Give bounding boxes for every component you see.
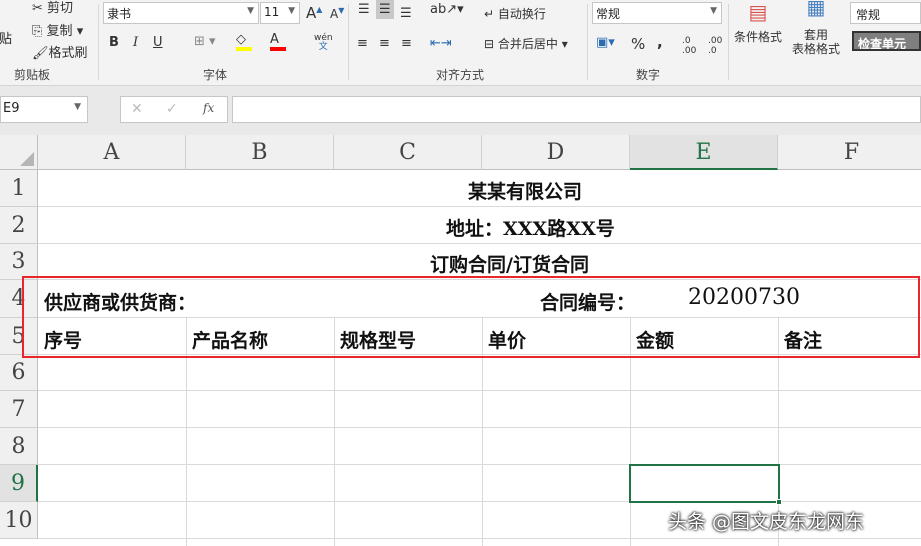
font-name-combo[interactable]: 隶书 ▼	[103, 2, 259, 24]
chevron-down-icon: ▼	[247, 6, 254, 16]
chevron-down-icon: ▼	[710, 6, 717, 16]
format-painter-button[interactable]: 🖌格式刷	[32, 42, 88, 61]
wrap-text-label: 自动换行	[497, 7, 546, 21]
cancel-icon[interactable]: ✕	[131, 101, 143, 117]
cell-subtitle[interactable]: 订购合同/订货合同	[430, 250, 589, 277]
column-header-e[interactable]: E	[630, 135, 778, 170]
font-color-icon: A	[270, 32, 279, 47]
cell-address[interactable]: 地址：XXX路XX号	[446, 214, 615, 241]
row-header-7[interactable]: 7	[0, 391, 38, 428]
column-header-a[interactable]: A	[38, 135, 186, 170]
conditional-format-button[interactable]: ▤ 条件格式	[733, 0, 783, 45]
shrink-font-button[interactable]: A▼	[330, 6, 344, 21]
number-format-value: 常规	[596, 7, 621, 21]
selected-cell-e9[interactable]	[629, 464, 782, 505]
font-size-value: 11	[264, 5, 280, 19]
fill-bucket-icon: ◇	[236, 32, 246, 47]
bold-button[interactable]: B	[109, 35, 119, 50]
row-header-1[interactable]: 1	[0, 170, 38, 207]
cut-button[interactable]: ✂ 剪切	[32, 0, 73, 16]
conditional-format-label: 条件格式	[733, 30, 782, 44]
align-center-button[interactable]: ≡	[379, 36, 390, 51]
row-header-6[interactable]: 6	[0, 355, 38, 391]
insert-function-button[interactable]: fx	[203, 101, 214, 115]
merge-label: 合并后居中	[497, 37, 558, 51]
merge-center-button[interactable]: ⊟ 合并后居中 ▾	[484, 35, 568, 52]
indent-button[interactable]: ⇤⇥	[430, 36, 452, 51]
column-header-f[interactable]: F	[778, 135, 921, 170]
italic-button[interactable]: I	[133, 35, 138, 50]
cell-title[interactable]: 某某有限公司	[468, 177, 582, 204]
align-top-button[interactable]: ☰	[358, 2, 370, 17]
wrap-text-button[interactable]: ↵ 自动换行	[484, 5, 546, 22]
worksheet-grid: A B C D E F 1 2 3 4 5 6 7 8 9 10 某某有限公司 …	[0, 135, 921, 546]
column-header-b[interactable]: B	[186, 135, 334, 170]
fill-color-button[interactable]: ◇	[236, 32, 252, 51]
align-right-button[interactable]: ≡	[401, 36, 412, 51]
font-group-label: 字体	[203, 68, 228, 82]
grow-font-button[interactable]: A▲	[306, 4, 322, 22]
name-box-value: E9	[3, 101, 20, 116]
border-button[interactable]: ⊞ ▾	[194, 34, 216, 49]
row-header-2[interactable]: 2	[0, 207, 38, 244]
highlight-box	[22, 276, 920, 358]
align-left-button[interactable]: ≡	[357, 36, 368, 51]
alignment-group-label: 对齐方式	[436, 68, 485, 82]
row-header-3[interactable]: 3	[0, 244, 38, 280]
style-normal[interactable]: 常规	[850, 2, 921, 24]
style-check-cell[interactable]: 检查单元	[852, 31, 921, 51]
enter-icon[interactable]: ✓	[166, 101, 178, 117]
format-painter-label: 格式刷	[48, 46, 88, 61]
number-group-label: 数字	[636, 68, 661, 82]
paste-button[interactable]: 粘贴	[0, 28, 12, 47]
row-header-10[interactable]: 10	[0, 502, 38, 539]
copy-label: 复制	[46, 24, 73, 39]
column-header-c[interactable]: C	[334, 135, 482, 170]
table-format-button[interactable]: ▦ 套用 表格格式	[786, 0, 846, 56]
phonetic-button[interactable]: wén 文	[314, 34, 333, 52]
underline-button[interactable]: U	[153, 35, 163, 50]
column-header-d[interactable]: D	[482, 135, 630, 170]
comma-button[interactable]: ,	[657, 33, 663, 51]
clipboard-group-label: 剪贴板	[14, 68, 51, 82]
row-header-9[interactable]: 9	[0, 465, 38, 502]
font-name-value: 隶书	[107, 7, 132, 21]
decrease-decimal-button[interactable]: .00.0	[708, 36, 722, 56]
formula-buttons: ✕ ✓ fx	[120, 96, 228, 123]
font-size-combo[interactable]: 11 ▼	[260, 2, 300, 24]
currency-button[interactable]: ▣▾	[596, 35, 615, 50]
conditional-format-icon: ▤	[748, 0, 768, 24]
font-color-button[interactable]: A	[270, 32, 286, 51]
ribbon: 粘贴 ✂ 剪切 ⎘ 复制 ▾ 🖌格式刷 剪贴板 隶书▼ 11▼ A▲ A▼ B …	[0, 0, 921, 86]
chevron-down-icon: ▼	[288, 6, 295, 16]
percent-button[interactable]: %	[631, 35, 645, 53]
watermark: 头条 @图文皮东龙网东	[668, 511, 865, 533]
formula-input[interactable]	[232, 96, 921, 123]
copy-button[interactable]: ⎘ 复制 ▾	[32, 20, 83, 39]
align-middle-button[interactable]: ☰	[376, 0, 394, 19]
align-bottom-button[interactable]: ☰	[400, 6, 412, 21]
table-format-label-1: 套用	[803, 28, 828, 42]
cut-label: 剪切	[47, 1, 74, 16]
name-box[interactable]: E9 ▼	[0, 96, 88, 123]
table-format-icon: ▦	[806, 0, 826, 19]
table-format-label-2: 表格格式	[791, 42, 840, 56]
number-format-combo[interactable]: 常规 ▼	[592, 2, 722, 24]
phonetic-sub: 文	[318, 42, 328, 52]
increase-decimal-button[interactable]: .0.00	[682, 36, 696, 56]
orientation-button[interactable]: ab↗▾	[430, 2, 464, 17]
row-header-8[interactable]: 8	[0, 428, 38, 465]
select-all-corner[interactable]	[0, 135, 38, 170]
